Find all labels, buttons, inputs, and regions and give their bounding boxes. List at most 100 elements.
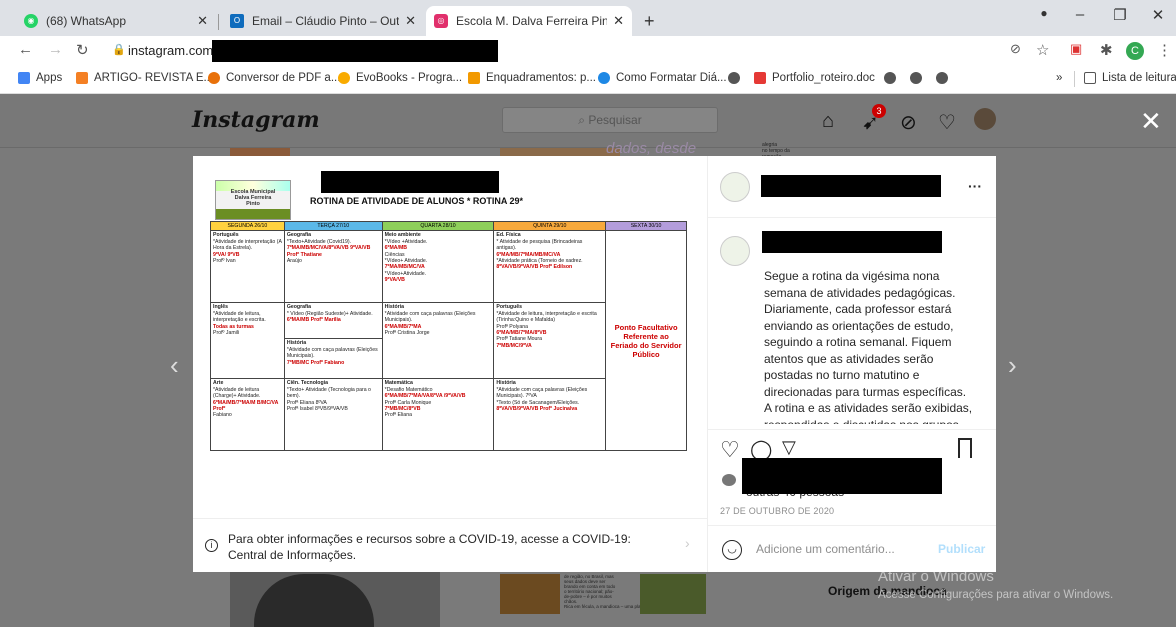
bookmark-item[interactable]: EvoBooks - Progra... bbox=[338, 72, 462, 84]
reading-list-button[interactable]: Lista de leitura bbox=[1084, 72, 1176, 84]
table-cell: Geografia *Texto+Atividade (Covid19). 7ºMA… bbox=[283, 230, 383, 304]
more-options-icon[interactable]: ··· bbox=[968, 178, 982, 194]
table-header-row: SEGUNDA 26/10 TERÇA 27/10 QUARTA 28/10 Q… bbox=[210, 220, 687, 232]
like-heart-icon[interactable]: ♡ bbox=[720, 437, 740, 463]
reading-list-icon bbox=[1084, 72, 1096, 84]
bookmark-globe[interactable] bbox=[910, 72, 928, 84]
bookmark-label: Como Formatar Diá... bbox=[616, 72, 727, 84]
tab-outlook[interactable]: O Email – Cláudio Pinto – Outlook ✕ bbox=[222, 6, 424, 36]
share-icon[interactable]: ▽ bbox=[782, 437, 796, 458]
forward-icon[interactable]: → bbox=[48, 41, 63, 58]
extension-icon[interactable]: ▣ bbox=[1070, 41, 1082, 57]
lock-icon: 🔒 bbox=[112, 44, 126, 56]
whatsapp-icon: ◉ bbox=[24, 14, 38, 28]
table-cell: História *Atividade com caça palavras (El… bbox=[493, 378, 607, 452]
account-avatar[interactable] bbox=[720, 172, 750, 202]
bookmark-label: EvoBooks - Progra... bbox=[356, 72, 463, 84]
instagram-icon: ◎ bbox=[434, 14, 448, 28]
day-header: SEGUNDA 26/10 bbox=[210, 220, 285, 232]
explore-icon[interactable]: ⊘ bbox=[900, 110, 917, 135]
profile-avatar[interactable] bbox=[974, 108, 996, 130]
close-tab-icon[interactable]: ✕ bbox=[197, 13, 208, 29]
bookmark-item[interactable]: ARTIGO- REVISTA E... bbox=[76, 72, 213, 84]
school-name: Escola Municipal Dalva Ferreira Pinto bbox=[230, 189, 276, 207]
cell-line: Profº Ivan bbox=[213, 258, 236, 265]
table-cell: Geografia * Vídeo (Região Sudeste)+ Ativi… bbox=[283, 302, 383, 380]
back-icon[interactable]: ← bbox=[18, 41, 33, 58]
bookmarks-bar: Apps ARTIGO- REVISTA E... Conversor de P… bbox=[0, 66, 1176, 94]
windows-watermark-text: Acesse Configurações para ativar o Windo… bbox=[878, 589, 1114, 601]
day-header: SEXTA 30/10 bbox=[605, 220, 687, 232]
cell-line: *Atividade com caça palavras (Eleições M… bbox=[384, 310, 476, 324]
table-cell: História *Atividade com caça palavras (El… bbox=[381, 302, 495, 380]
bookmarks-more-button[interactable]: » bbox=[1056, 72, 1062, 84]
new-tab-button[interactable]: + bbox=[636, 6, 666, 36]
notification-badge: 3 bbox=[872, 104, 886, 118]
table-cell: Ciên. Tecnologia *Texto+ Atividade (Tecno… bbox=[283, 378, 383, 452]
reading-list-label: Lista de leitura bbox=[1102, 72, 1176, 84]
table-cell: Inglês *Atividade de leitura, interpretaç… bbox=[210, 302, 285, 380]
bookmark-item[interactable]: Portfolio_roteiro.doc bbox=[754, 72, 875, 84]
redaction bbox=[742, 458, 942, 494]
bookmark-item[interactable]: Enquadramentos: p... bbox=[468, 72, 596, 84]
table-cell: Ed. Física * Atividade de pesquisa (Brinc… bbox=[493, 230, 607, 304]
cell-line: Araújo bbox=[286, 258, 302, 265]
bookmark-globe[interactable] bbox=[884, 72, 902, 84]
tab-title: Escola M. Dalva Ferreira Pinto (@ bbox=[456, 14, 608, 28]
bookmark-apps[interactable]: Apps bbox=[18, 72, 62, 84]
close-modal-icon[interactable]: ✕ bbox=[1140, 106, 1162, 137]
eye-off-icon[interactable]: ⊘ bbox=[1010, 41, 1021, 57]
activity-heart-icon[interactable]: ♡ bbox=[938, 110, 956, 135]
tab-instagram[interactable]: ◎ Escola M. Dalva Ferreira Pinto (@ ✕ bbox=[426, 6, 632, 36]
bookmark-globe[interactable] bbox=[728, 72, 746, 84]
menu-icon[interactable]: ⋮ bbox=[1157, 41, 1172, 59]
caption-avatar[interactable] bbox=[720, 236, 750, 266]
close-tab-icon[interactable]: ✕ bbox=[613, 13, 624, 29]
save-bookmark-icon[interactable] bbox=[958, 438, 972, 458]
post-caption: Segue a rotina da vigésima nona semana d… bbox=[764, 269, 973, 424]
cell-line: Profª Cristina Jorge bbox=[384, 330, 430, 337]
profile-dot-icon[interactable]: ● bbox=[1024, 6, 1064, 20]
day-header: QUARTA 28/10 bbox=[381, 220, 495, 232]
puzzle-icon[interactable]: ✱ bbox=[1100, 41, 1113, 59]
next-post-arrow-icon[interactable]: › bbox=[1008, 350, 1017, 381]
previous-post-arrow-icon[interactable]: ‹ bbox=[170, 350, 179, 381]
table-row: Português *Atividade de interpretação (A … bbox=[210, 230, 687, 452]
cell-line: Profº Jamili bbox=[213, 330, 240, 337]
table-subcell: Geografia * Vídeo (Região Sudeste)+ Ativi… bbox=[284, 303, 382, 340]
star-icon[interactable]: ☆ bbox=[1036, 41, 1049, 59]
close-window-button[interactable]: ✕ bbox=[1138, 6, 1176, 24]
bookmark-label: ARTIGO- REVISTA E... bbox=[94, 72, 214, 84]
profile-avatar[interactable]: C bbox=[1126, 42, 1144, 60]
publish-button[interactable]: Publicar bbox=[938, 542, 985, 556]
minimize-button[interactable]: – bbox=[1060, 6, 1100, 23]
bookmark-icon bbox=[754, 72, 766, 84]
home-icon[interactable]: ⌂ bbox=[822, 110, 834, 133]
background-text: de região, no Brasil, mas seus dados dev… bbox=[564, 574, 685, 609]
covid-notice-banner[interactable]: i Para obter informações e recursos sobr… bbox=[193, 518, 708, 572]
tab-whatsapp[interactable]: ◉ (68) WhatsApp ✕ bbox=[16, 6, 216, 36]
instagram-logo[interactable]: Instagram bbox=[192, 107, 320, 133]
cell-line: *Atividade de interpretação (A Hora da E… bbox=[213, 238, 282, 252]
maximize-button[interactable]: ❐ bbox=[1100, 6, 1140, 24]
redaction bbox=[762, 231, 942, 253]
cell-line: 6ºMA/MB Profª Marília bbox=[286, 317, 341, 324]
tab-strip: ◉ (68) WhatsApp ✕ O Email – Cláudio Pint… bbox=[0, 0, 1176, 36]
redaction bbox=[321, 171, 499, 193]
background-text: dados, desde bbox=[606, 140, 697, 157]
close-tab-icon[interactable]: ✕ bbox=[405, 13, 416, 29]
bookmark-globe[interactable] bbox=[936, 72, 954, 84]
cell-line: 8ºVA/VB/9ºVA/VB Profª Jucinalva bbox=[496, 406, 578, 413]
bookmark-item[interactable]: Como Formatar Diá... bbox=[598, 72, 727, 84]
comment-input[interactable]: Adicione um comentário... bbox=[756, 542, 895, 556]
bookmark-item[interactable]: Conversor de PDF a... bbox=[208, 72, 340, 84]
table-cell: Português *Atividade de interpretação (A … bbox=[210, 230, 285, 304]
redaction bbox=[761, 175, 941, 197]
emoji-icon[interactable]: ◡ bbox=[722, 540, 742, 560]
cell-line: 7ºMB/MC/9ºVA bbox=[496, 342, 532, 349]
address-bar[interactable]: 🔒 instagram.com/ bbox=[106, 39, 1068, 63]
search-input[interactable]: ⌕ Pesquisar bbox=[502, 107, 718, 133]
schedule-title: ROTINA DE ATIVIDADE DE ALUNOS * ROTINA 2… bbox=[310, 196, 524, 206]
cell-line: * Atividade de pesquisa (Brincadeiras an… bbox=[496, 238, 583, 252]
reload-icon[interactable]: ↻ bbox=[76, 41, 89, 59]
